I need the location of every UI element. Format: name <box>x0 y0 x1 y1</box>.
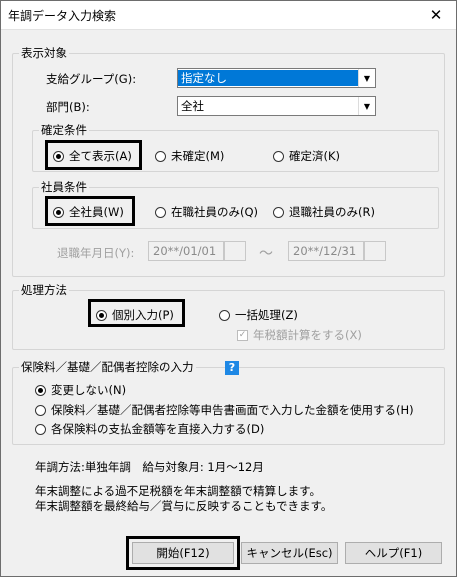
chevron-down-icon[interactable]: ▼ <box>358 97 375 115</box>
window-title: 年調データ入力検索 <box>8 9 117 23</box>
pay-group-select[interactable]: 指定なし ▼ <box>177 68 376 88</box>
pay-group-value: 指定なし <box>178 70 358 86</box>
info-line-1: 年末調整による過不足税額を年末調整額で精算します。 <box>35 484 322 498</box>
calc-annual-tax-label: 年税額計算をする(X) <box>253 328 362 342</box>
dialog-window: 年調データ入力検索 ✕ 表示対象 支給グループ(G): 指定なし ▼ 部門(B)… <box>0 0 457 577</box>
radio-active-employees[interactable]: 在職社員のみ(Q) <box>155 204 258 220</box>
help-button-label: ヘルプ(F1) <box>364 546 423 560</box>
close-icon: ✕ <box>429 6 443 24</box>
employee-condition-label: 社員条件 <box>39 180 89 194</box>
date-range-separator: ～ <box>259 246 273 262</box>
cancel-button-label: キャンセル(Esc) <box>246 546 333 560</box>
insurance-input-label: 保険料／基礎／配偶者控除の入力 <box>19 360 196 374</box>
retire-date-to-field[interactable]: 20**/12/31 <box>288 241 364 261</box>
highlight-box-individual-input <box>88 299 185 327</box>
radio-unconfirmed-label: 未確定(M) <box>171 149 225 163</box>
pay-group-label: 支給グループ(G): <box>46 72 137 86</box>
radio-confirmed[interactable]: 確定済(K) <box>273 148 340 164</box>
retire-date-label: 退職年月日(Y): <box>57 246 135 260</box>
process-method-label: 処理方法 <box>19 283 69 297</box>
radio-bulk-process-label: 一括処理(Z) <box>235 308 298 322</box>
radio-direct-input[interactable]: 各保険料の支払金額等を直接入力する(D) <box>35 421 264 437</box>
retire-date-from-field[interactable]: 20**/01/01 <box>148 241 224 261</box>
radio-retired-employees-label: 退職社員のみ(R) <box>289 205 375 219</box>
radio-no-change[interactable]: 変更しない(N) <box>35 382 126 398</box>
close-button[interactable]: ✕ <box>416 1 456 29</box>
radio-retired-employees[interactable]: 退職社員のみ(R) <box>273 204 375 220</box>
chevron-down-icon[interactable]: ▼ <box>358 69 375 87</box>
radio-direct-input-label: 各保険料の支払金額等を直接入力する(D) <box>51 422 265 436</box>
radio-bulk-process[interactable]: 一括処理(Z) <box>219 307 298 323</box>
info-line-2: 年末調整額を最終給与／賞与に反映することもできます。 <box>35 499 333 513</box>
retire-date-to-calendar-button[interactable] <box>364 241 386 261</box>
confirm-condition-label: 確定条件 <box>39 123 89 137</box>
department-label: 部門(B): <box>46 100 90 114</box>
retire-date-from-calendar-button[interactable] <box>224 241 246 261</box>
title-bar: 年調データ入力検索 ✕ <box>1 1 456 30</box>
radio-no-change-label: 変更しない(N) <box>51 383 127 397</box>
display-target-label: 表示対象 <box>19 46 69 60</box>
cancel-button[interactable]: キャンセル(Esc) <box>241 542 338 564</box>
highlight-box-show-all <box>45 140 142 170</box>
help-icon[interactable]: ? <box>225 361 239 375</box>
adjustment-method-text: 年調方法:単独年調 給与対象月: 1月～12月 <box>35 460 264 474</box>
radio-active-employees-label: 在職社員のみ(Q) <box>171 205 259 219</box>
radio-use-declaration-amount-label: 保険料／基礎／配偶者控除等申告書画面で入力した金額を使用する(H) <box>51 403 414 417</box>
highlight-box-start <box>126 536 240 570</box>
department-select[interactable]: 全社 ▼ <box>177 96 376 116</box>
department-value: 全社 <box>181 99 204 113</box>
radio-unconfirmed[interactable]: 未確定(M) <box>155 148 224 164</box>
radio-confirmed-label: 確定済(K) <box>289 149 341 163</box>
check-icon[interactable]: ✓ <box>237 329 248 341</box>
highlight-box-all-employees <box>45 196 135 226</box>
help-button[interactable]: ヘルプ(F1) <box>345 542 442 564</box>
radio-use-declaration-amount[interactable]: 保険料／基礎／配偶者控除等申告書画面で入力した金額を使用する(H) <box>35 402 414 418</box>
calc-annual-tax-checkbox[interactable]: ✓ 年税額計算をする(X) <box>237 327 362 343</box>
